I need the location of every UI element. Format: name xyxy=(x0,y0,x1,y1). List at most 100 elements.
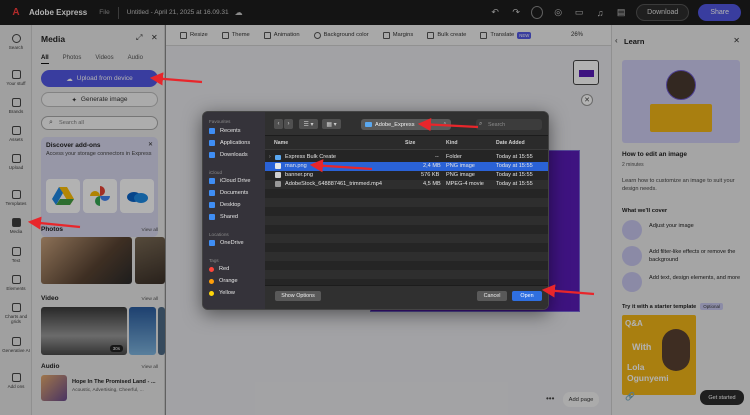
grid-view-icon[interactable]: ▦ ▾ xyxy=(322,119,341,129)
file-list-header: Name Size Kind Date Added xyxy=(265,136,548,150)
tag-orange[interactable]: Orange xyxy=(209,278,238,284)
expand-icon[interactable]: ⤢ xyxy=(136,33,142,43)
video-title: Video xyxy=(41,295,59,302)
upload-from-device-button[interactable]: ☁ Upload from device xyxy=(41,70,158,87)
close-icon[interactable]: ✕ xyxy=(148,141,153,148)
rail-item-search[interactable]: Search xyxy=(0,34,32,50)
close-icon[interactable]: ✕ xyxy=(151,33,158,42)
get-started-button[interactable]: Get started xyxy=(700,390,744,405)
onedrive-tile[interactable] xyxy=(120,179,154,213)
back-icon[interactable]: ‹ xyxy=(615,36,618,45)
rail-item-your-stuff[interactable]: Your stuff xyxy=(0,70,32,86)
background-color-button[interactable]: Background color xyxy=(313,31,369,39)
list-view-icon[interactable]: ☰ ▾ xyxy=(299,119,318,129)
open-button[interactable]: Open xyxy=(512,291,542,301)
comment-icon[interactable]: ▭ xyxy=(573,7,585,19)
back-icon[interactable]: ‹ xyxy=(274,119,283,129)
file-menu[interactable]: File xyxy=(99,9,109,16)
sidebar-item-recents[interactable]: Recents xyxy=(209,128,241,134)
download-button[interactable]: Download xyxy=(636,4,690,21)
margins-button[interactable]: Margins xyxy=(382,31,413,39)
file-row-selected[interactable]: man.png 2,4 MB PNG image Today at 15:55 xyxy=(265,162,548,171)
google-photos-tile[interactable] xyxy=(83,179,117,213)
page-thumbnail[interactable] xyxy=(573,60,599,85)
link-icon[interactable]: 🔗 xyxy=(625,392,635,401)
rail-item-elements[interactable]: Elements xyxy=(0,275,32,291)
column-date-added[interactable]: Date Added xyxy=(496,140,525,146)
rail-item-text[interactable]: Text xyxy=(0,247,32,263)
google-drive-tile[interactable] xyxy=(46,179,80,213)
file-row[interactable]: banner.png 576 KB PNG image Today at 15:… xyxy=(265,171,548,180)
file-row[interactable]: AdobeStock_648887461_trimmed.mp4 4,5 MB … xyxy=(265,180,548,189)
photo-thumbnail[interactable] xyxy=(135,237,165,284)
rail-item-add-ons[interactable]: Add ons xyxy=(0,373,32,389)
add-page-button[interactable]: Add page xyxy=(563,392,599,407)
file-row[interactable]: › Express Bulk Create -- Folder Today at… xyxy=(265,153,548,162)
tag-yellow[interactable]: Yellow xyxy=(209,290,235,296)
theme-button[interactable]: Theme xyxy=(221,31,250,39)
bulk-create-button[interactable]: Bulk create xyxy=(427,31,466,39)
print-icon[interactable]: ▤ xyxy=(615,7,627,19)
lightbulb-icon[interactable]: ◎ xyxy=(552,7,564,19)
redo-icon[interactable]: ↷ xyxy=(510,7,522,19)
sidebar-item-desktop[interactable]: Desktop xyxy=(209,202,241,208)
adobe-express-logo-icon[interactable]: A xyxy=(9,6,23,20)
tag-red[interactable]: Red xyxy=(209,266,229,272)
rail-item-charts-and-grids[interactable]: Charts and grids xyxy=(0,303,32,324)
sidebar-item-applications[interactable]: Applications xyxy=(209,140,250,146)
video-thumbnail[interactable]: 30s xyxy=(41,307,127,355)
panel-title: Media xyxy=(41,34,66,44)
column-kind[interactable]: Kind xyxy=(446,140,458,146)
video-thumbnail[interactable] xyxy=(129,307,156,355)
photos-view-all[interactable]: View all xyxy=(142,228,158,233)
document-title[interactable]: Untitled - April 21, 2025 at 16.09.31 xyxy=(127,9,229,16)
video-view-all[interactable]: View all xyxy=(142,297,158,302)
sidebar-item-onedrive[interactable]: OneDrive xyxy=(209,240,244,246)
sidebar-item-documents[interactable]: Documents xyxy=(209,190,248,196)
show-options-button[interactable]: Show Options xyxy=(275,291,321,301)
starter-template-thumbnail[interactable]: Q&A With Lola Ogunyemi xyxy=(622,315,696,395)
video-file-icon xyxy=(275,181,281,187)
audio-view-all[interactable]: View all xyxy=(142,365,158,370)
bell-icon[interactable]: ♫ xyxy=(594,7,606,19)
audio-track[interactable]: Hope In The Promised Land - ... Acoustic… xyxy=(41,375,163,401)
tab-audio[interactable]: Audio xyxy=(128,55,143,64)
tab-all[interactable]: All xyxy=(41,55,49,64)
dialog-search-input[interactable]: ⌕ Search xyxy=(476,119,542,130)
learn-step[interactable]: Add filter-like effects or remove the ba… xyxy=(622,246,747,266)
resize-button[interactable]: Resize xyxy=(180,31,208,39)
rail-item-media[interactable]: Media xyxy=(0,218,32,234)
search-input[interactable]: ⌕ Search all xyxy=(41,116,158,130)
tab-videos[interactable]: Videos xyxy=(95,55,113,64)
rail-item-templates[interactable]: Templates xyxy=(0,190,32,206)
share-button[interactable]: Share xyxy=(698,4,741,21)
folder-selector[interactable]: Adobe_Express ⌃ xyxy=(361,119,451,130)
video-thumbnail[interactable] xyxy=(158,307,165,355)
animation-button[interactable]: Animation xyxy=(263,31,300,39)
sidebar-item-icloud-drive[interactable]: iCloud Drive xyxy=(209,178,250,184)
generate-image-button[interactable]: ✦ Generate image xyxy=(41,92,158,107)
sidebar-item-shared[interactable]: Shared xyxy=(209,214,238,220)
audio-cover xyxy=(41,375,67,401)
zoom-level[interactable]: 26% xyxy=(571,32,583,38)
rail-item-upload[interactable]: Upload xyxy=(0,154,32,170)
tab-photos[interactable]: Photos xyxy=(63,55,82,64)
translate-button[interactable]: Translate NEW xyxy=(480,31,532,39)
undo-icon[interactable]: ↶ xyxy=(489,7,501,19)
more-options-icon[interactable]: ••• xyxy=(546,394,554,403)
rail-item-generative-ai[interactable]: Generative AI xyxy=(0,337,32,353)
cancel-button[interactable]: Cancel xyxy=(477,291,507,301)
close-icon[interactable]: ✕ xyxy=(581,94,593,106)
column-size[interactable]: Size xyxy=(405,140,415,146)
sidebar-item-downloads[interactable]: Downloads xyxy=(209,152,248,158)
learn-step[interactable]: Add text, design elements, and more xyxy=(622,272,747,292)
forward-icon[interactable]: › xyxy=(284,119,293,129)
learn-step[interactable]: Adjust your image xyxy=(622,220,747,240)
shared-folder-icon xyxy=(209,214,215,220)
photo-thumbnail[interactable] xyxy=(41,237,132,284)
rail-item-brands[interactable]: Brands xyxy=(0,98,32,114)
column-name[interactable]: Name xyxy=(274,140,288,146)
close-icon[interactable]: ✕ xyxy=(733,36,740,45)
rail-item-assets[interactable]: Assets xyxy=(0,126,32,142)
collaborators-avatar[interactable] xyxy=(531,6,544,19)
